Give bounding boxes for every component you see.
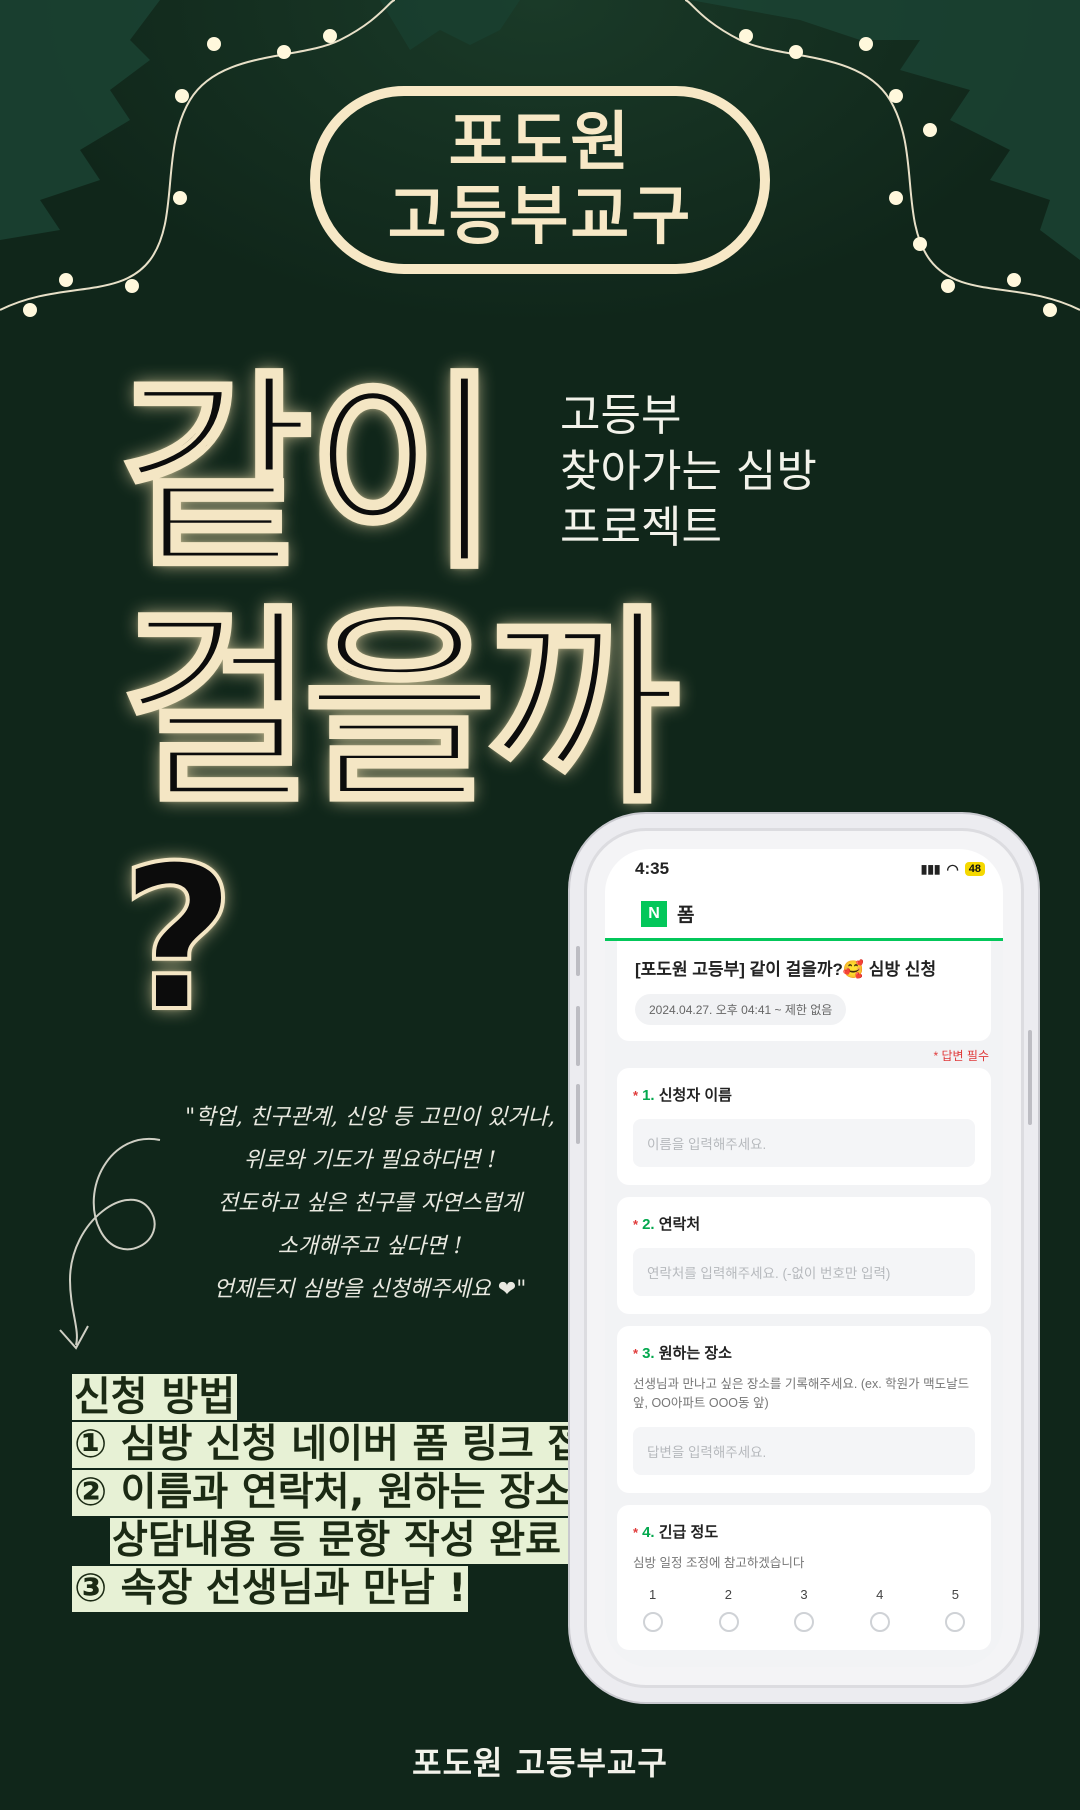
scale-label: 5 (951, 1587, 959, 1602)
place-input[interactable]: 답변을 입력해주세요. (633, 1427, 975, 1475)
required-star-icon: * (633, 1217, 639, 1232)
signal-icon: ▮▮▮ (920, 862, 941, 876)
naver-form-navbar: N 폼 (605, 889, 1003, 941)
nav-title: 폼 (677, 905, 695, 926)
form-header-card: [포도원 고등부] 같이 걸을까?🥰 심방 신청 2024.04.27. 오후 … (617, 941, 991, 1041)
method-step-2a: ② 이름과 연락처, 원하는 장소, (72, 1470, 588, 1516)
scale-label: 4 (876, 1587, 884, 1602)
footer-title: 포도원 고등부교구 (412, 1744, 668, 1782)
status-time: 4:35 (635, 859, 670, 878)
scale-label: 1 (649, 1587, 657, 1602)
urgency-radio-1[interactable] (643, 1612, 663, 1632)
question-label: 긴급 정도 (658, 1524, 719, 1541)
question-card-contact: * 2. 연락처 연락처를 입력해주세요. (-없이 번호만 입력) (617, 1197, 991, 1314)
invitation-quote: "학업, 친구관계, 신앙 등 고민이 있거나, 위로와 기도가 필요하다면 !… (150, 1096, 590, 1311)
headline-line-2: 걸을까 (118, 587, 682, 832)
quote-line-2: 위로와 기도가 필요하다면 ! (243, 1148, 497, 1173)
form-title: [포도원 고등부] 같이 걸을까?🥰 심방 신청 (635, 960, 937, 979)
phone-screen: 4:35 ▮▮▮ ◠ 48 N 폼 [포도원 고등부] 같이 걸을까?🥰 심방 … (605, 849, 1003, 1667)
naver-logo-icon[interactable]: N (641, 900, 667, 927)
church-badge: 포도원 고등부교구 (310, 86, 770, 274)
question-card-name: * 1. 신청자 이름 이름을 입력해주세요. (617, 1068, 991, 1185)
phone-volume-down-button (576, 1084, 580, 1144)
wifi-icon: ◠ (946, 860, 959, 877)
heart-icon: ❤ (497, 1277, 517, 1302)
battery-icon: 48 (964, 862, 985, 876)
quote-line-5: 언제든지 심방을 신청해주세요 ❤" (213, 1277, 527, 1302)
badge-line-2: 고등부교구 (387, 180, 693, 254)
quote-line-3: 전도하고 싶은 친구를 자연스럽게 (217, 1191, 523, 1216)
scale-label: 3 (800, 1587, 808, 1602)
required-star-icon: * (633, 1088, 639, 1103)
required-note: * 답변 필수 (933, 1049, 990, 1063)
subtitle-line-1: 고등부 (560, 390, 682, 441)
urgency-scale-radios (633, 1602, 975, 1632)
urgency-radio-2[interactable] (718, 1612, 739, 1632)
scale-label: 2 (724, 1587, 732, 1602)
required-star-icon: * (633, 1525, 639, 1540)
contact-input[interactable]: 연락처를 입력해주세요. (-없이 번호만 입력) (633, 1248, 975, 1296)
question-description: 심방 일정 조정에 참고하겠습니다 (633, 1556, 805, 1570)
badge-line-1: 포도원 (448, 106, 632, 180)
urgency-radio-3[interactable] (794, 1612, 814, 1632)
question-label: 연락처 (658, 1216, 701, 1233)
method-step-3: ③ 속장 선생님과 만남 ! (72, 1566, 469, 1612)
subtitle-line-3: 프로젝트 (560, 502, 722, 553)
headline-question-mark: ? (118, 823, 238, 1056)
phone-volume-up-button (576, 1006, 580, 1066)
question-card-urgency: * 4. 긴급 정도 심방 일정 조정에 참고하겠습니다 1 2 3 4 5 (617, 1505, 991, 1650)
method-step-1: ① 심방 신청 네이버 폼 링크 접속 (72, 1422, 622, 1468)
headline-line-1: 같이 (118, 352, 502, 597)
quote-line-1: "학업, 친구관계, 신앙 등 고민이 있거나, (185, 1105, 555, 1130)
method-title: 신청 방법 (72, 1374, 238, 1420)
name-input[interactable]: 이름을 입력해주세요. (633, 1119, 975, 1167)
urgency-radio-5[interactable] (945, 1612, 965, 1632)
question-label: 신청자 이름 (658, 1087, 732, 1104)
subtitle-line-2: 찾아가는 심방 (560, 446, 817, 497)
required-star-icon: * (633, 1346, 639, 1361)
phone-power-button (1028, 1030, 1032, 1125)
phone-side-button (576, 946, 580, 976)
quote-line-4: 소개해주고 싶다면 ! (277, 1234, 463, 1259)
urgency-scale-labels: 1 2 3 4 5 (633, 1573, 975, 1602)
project-subtitle: 고등부 찾아가는 심방 프로젝트 (560, 388, 817, 556)
form-date: 2024.04.27. 오후 04:41 ~ 제한 없음 (635, 994, 847, 1025)
question-label: 원하는 장소 (658, 1345, 732, 1362)
status-bar: 4:35 ▮▮▮ ◠ 48 (605, 849, 1003, 889)
urgency-radio-4[interactable] (869, 1612, 890, 1632)
question-card-place: * 3. 원하는 장소 선생님과 만나고 싶은 장소를 기록해주세요. (ex. … (617, 1326, 991, 1493)
phone-mockup: 4:35 ▮▮▮ ◠ 48 N 폼 [포도원 고등부] 같이 걸을까?🥰 심방 … (584, 828, 1024, 1688)
question-description: 선생님과 만나고 싶은 장소를 기록해주세요. (ex. 학원가 맥도날드 앞,… (633, 1377, 970, 1410)
